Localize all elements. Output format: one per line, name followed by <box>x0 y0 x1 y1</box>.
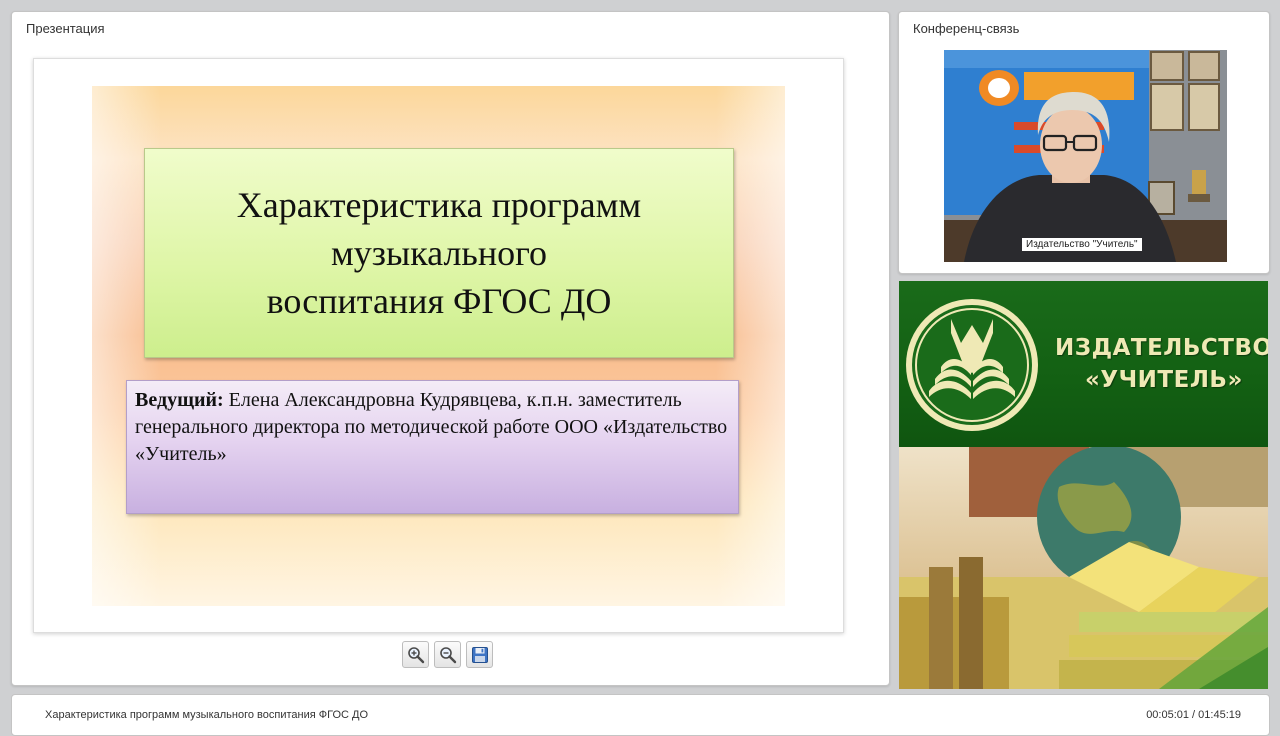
conference-panel: Конференц-связь Издательство "Учитель" <box>898 11 1270 274</box>
status-bar-title: Характеристика программ музыкального вос… <box>45 709 369 721</box>
slide-title-box: Характеристика программ музыкального вос… <box>144 148 734 358</box>
webcam-video[interactable]: Издательство "Учитель" <box>944 50 1227 262</box>
banner-line2: «УЧИТЕЛЬ» <box>1085 367 1243 393</box>
save-button[interactable] <box>466 641 493 668</box>
zoom-out-icon <box>439 646 456 663</box>
conference-panel-title: Конференц-связь <box>913 21 1020 36</box>
zoom-in-icon <box>407 646 424 663</box>
floppy-disk-icon <box>471 646 488 663</box>
publisher-banner: ИЗДАТЕЛЬСТВО «УЧИТЕЛЬ» <box>899 281 1268 689</box>
slide-presenter-box: Ведущий: Елена Александровна Кудрявцева,… <box>126 380 739 514</box>
slide-toolbar <box>402 641 493 669</box>
presentation-panel: Презентация Характеристика программ музы… <box>11 11 890 686</box>
slide-presenter-info: Ведущий: Елена Александровна Кудрявцева,… <box>135 387 730 468</box>
presenter-details: Елена Александровна Кудрявцева, к.п.н. з… <box>135 389 728 465</box>
banner-header: ИЗДАТЕЛЬСТВО «УЧИТЕЛЬ» <box>899 281 1268 447</box>
webcam-frame-image <box>944 50 1227 262</box>
banner-line1: ИЗДАТЕЛЬСТВО <box>1055 335 1268 361</box>
publisher-logo-icon <box>906 299 1038 431</box>
slide-viewer[interactable]: Характеристика программ музыкального вос… <box>33 58 844 633</box>
presenter-label: Ведущий: <box>135 389 224 411</box>
slide-title: Характеристика программ музыкального вос… <box>236 185 642 321</box>
zoom-out-button[interactable] <box>434 641 461 668</box>
video-participant-label: Издательство "Учитель" <box>1022 238 1142 251</box>
books-globe-image <box>899 447 1268 689</box>
status-bar: Характеристика программ музыкального вос… <box>11 694 1270 736</box>
zoom-in-button[interactable] <box>402 641 429 668</box>
slide: Характеристика программ музыкального вос… <box>92 86 785 606</box>
presentation-panel-title: Презентация <box>26 21 105 36</box>
playback-time: 00:05:01 / 01:45:19 <box>1146 709 1241 721</box>
